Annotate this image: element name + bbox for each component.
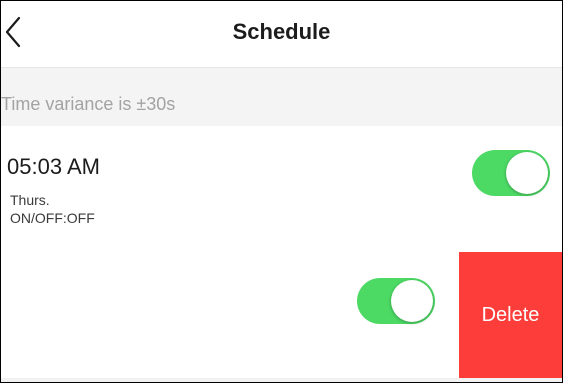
back-button[interactable] [3, 15, 25, 49]
schedule-enabled-toggle[interactable] [472, 150, 550, 196]
toggle-knob [506, 152, 548, 194]
schedule-state: ON/OFF:OFF [10, 210, 95, 226]
time-variance-text: Time variance is ±30s [1, 94, 176, 114]
schedule-screen: Schedule Time variance is ±30s 05:03 AM … [0, 0, 563, 383]
schedule-time: 05:03 AM [7, 154, 100, 179]
schedule-item[interactable]: 05:03 AM Thurs. ON/OFF:OFF [1, 126, 562, 250]
schedule-enabled-toggle[interactable] [357, 278, 435, 324]
toggle-knob [391, 280, 433, 322]
time-variance-banner: Time variance is ±30s [1, 68, 562, 126]
chevron-left-icon [5, 16, 21, 48]
page-title: Schedule [232, 19, 331, 44]
delete-button[interactable]: Delete [459, 252, 562, 378]
divider [1, 378, 562, 382]
navigation-bar: Schedule [1, 1, 562, 67]
schedule-days: Thurs. [10, 192, 50, 208]
schedule-item-swiped[interactable]: Delete [1, 250, 562, 378]
